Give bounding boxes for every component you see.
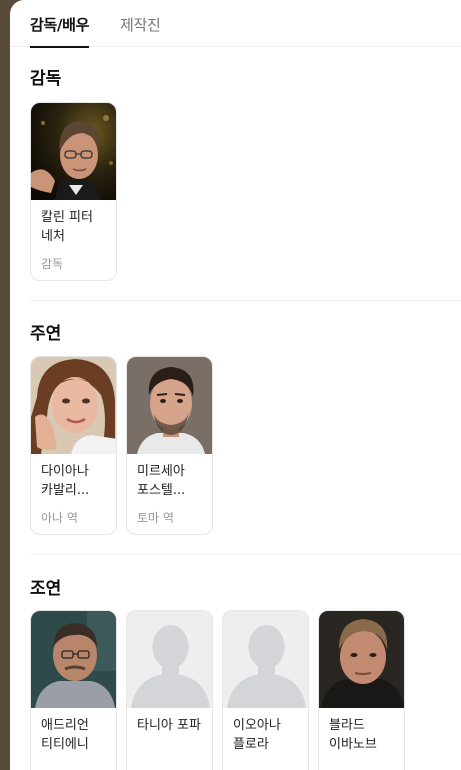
person-role: 토마 역 (137, 511, 174, 525)
person-card[interactable]: 칼린 피터 네처 감독 (30, 102, 117, 281)
person-name: 미르세아 포스텔... (137, 464, 186, 498)
person-name: 블라드 이바노브 (329, 718, 377, 752)
section-divider (30, 554, 461, 555)
person-card[interactable]: 다이아나 카발리... 아나 역 (30, 356, 117, 535)
person-name: 다이아나 카발리... (41, 464, 90, 498)
person-name: 칼린 피터 네처 (41, 210, 93, 244)
section-divider (30, 300, 461, 301)
person-photo-placeholder (223, 611, 308, 708)
person-photo-placeholder (127, 611, 212, 708)
person-photo (31, 103, 116, 200)
person-photo (319, 611, 404, 708)
person-role: 아나 역 (41, 511, 78, 525)
person-photo (31, 357, 116, 454)
person-card[interactable]: 이오아나 플로라 (222, 610, 309, 770)
cast-crew-panel: 감독/배우 제작진 감독 칼린 피터 네처 감독 주연 다이아나 카발리... … (10, 0, 461, 770)
person-role: 감독 (41, 257, 64, 271)
person-card[interactable]: 타니아 포파 (126, 610, 213, 770)
person-photo (31, 611, 116, 708)
person-name: 이오아나 플로라 (233, 718, 281, 752)
tab-bar: 감독/배우 제작진 (10, 0, 461, 48)
section-title-lead: 주연 (30, 324, 62, 344)
person-card[interactable]: 미르세아 포스텔... 토마 역 (126, 356, 213, 535)
person-name: 타니아 포파 (137, 718, 201, 733)
section-title-director: 감독 (30, 69, 62, 89)
person-card[interactable]: 애드리언 티티에니 (30, 610, 117, 770)
tab-crew[interactable]: 제작진 (120, 14, 161, 35)
tab-cast[interactable]: 감독/배우 (30, 14, 89, 48)
person-photo (127, 357, 212, 454)
person-card[interactable]: 블라드 이바노브 (318, 610, 405, 770)
person-name: 애드리언 티티에니 (41, 718, 89, 752)
section-title-supporting: 조연 (30, 579, 62, 599)
